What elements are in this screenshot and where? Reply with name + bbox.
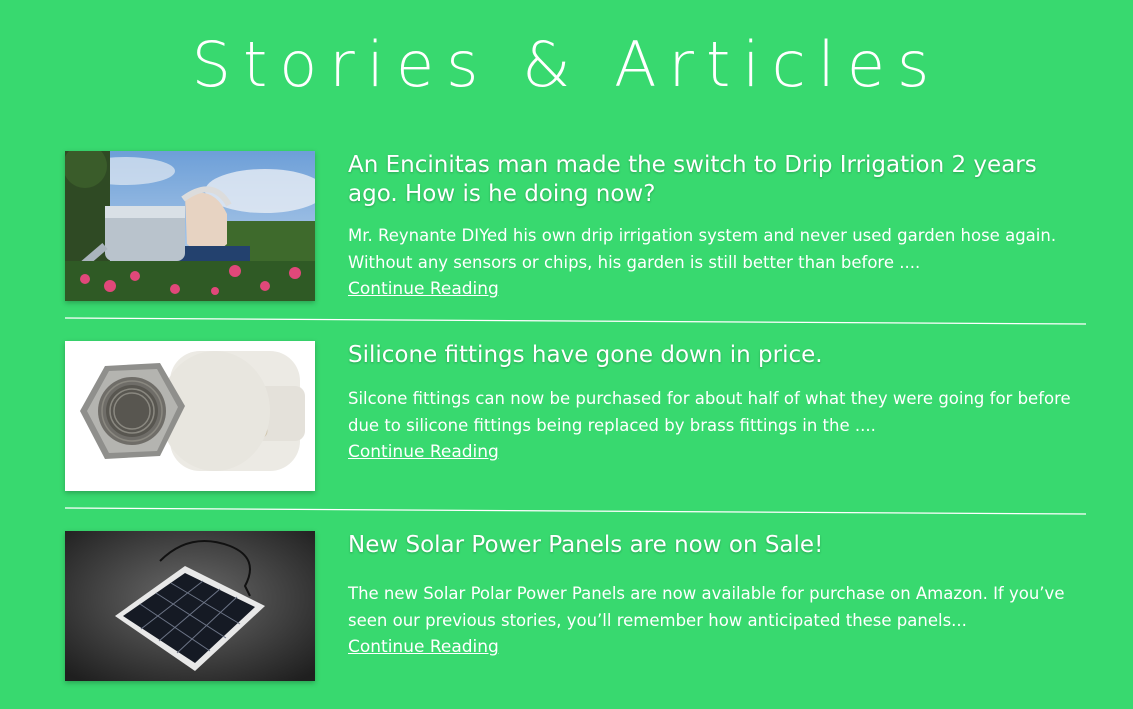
divider [65,317,1086,325]
article-image[interactable] [65,531,315,681]
article-body: New Solar Power Panels are now on Sale! … [348,531,1090,660]
article-body: An Encinitas man made the switch to Drip… [348,151,1090,302]
article-title[interactable]: An Encinitas man made the switch to Drip… [348,151,1090,209]
article-title[interactable]: New Solar Power Panels are now on Sale! [348,531,1090,560]
article-excerpt: The new Solar Polar Power Panels are now… [348,584,1065,630]
article-image[interactable] [65,151,315,301]
article-item: An Encinitas man made the switch to Drip… [65,151,1090,301]
continue-reading-link[interactable]: Continue Reading [348,439,499,465]
man-watering-garden-photo [65,151,315,301]
article-title[interactable]: Silicone fittings have gone down in pric… [348,341,1090,370]
article-image[interactable] [65,341,315,491]
article-excerpt: Silcone fittings can now be purchased fo… [348,389,1071,435]
continue-reading-link[interactable]: Continue Reading [348,634,499,660]
article-item: Silicone fittings have gone down in pric… [65,341,1090,491]
article-excerpt: Mr. Reynante DIYed his own drip irrigati… [348,226,1057,272]
continue-reading-link[interactable]: Continue Reading [348,276,499,302]
page-title: Stories & Articles [191,28,942,101]
solar-panel-photo [65,531,315,681]
divider [65,507,1086,515]
article-body: Silicone fittings have gone down in pric… [348,341,1090,465]
article-item: New Solar Power Panels are now on Sale! … [65,531,1090,681]
pipe-fitting-photo [65,341,315,491]
